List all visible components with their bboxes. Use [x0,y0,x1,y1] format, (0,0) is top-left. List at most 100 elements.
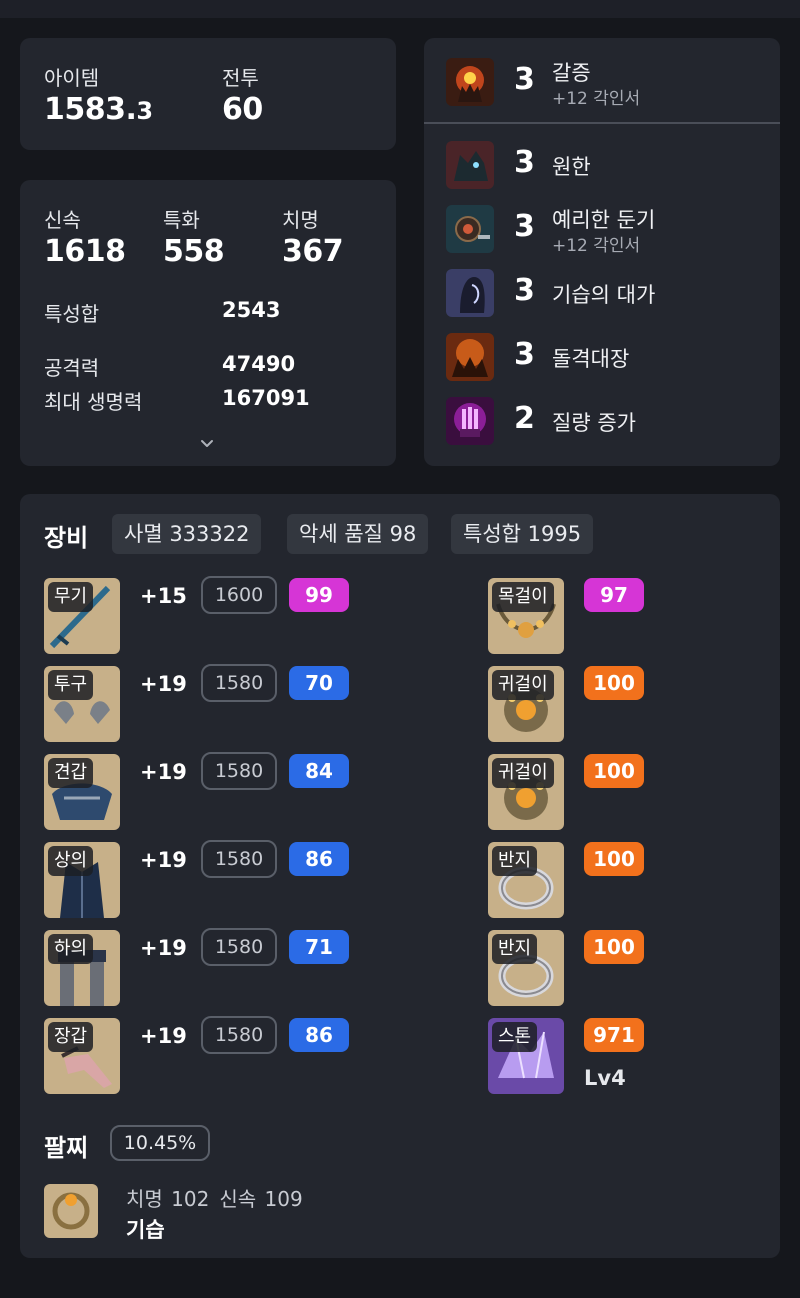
item-level-badge: 1580 [201,752,277,790]
engraving-level: 3 [514,273,535,308]
chest-icon[interactable]: 상의 [44,842,120,918]
bracelet-stats: 치명 102 신속 109 [126,1183,313,1212]
slot-label: 하의 [48,934,94,964]
quality-badge: 100 [584,842,644,876]
slot-label: 투구 [48,670,94,700]
engraving-divider [424,122,780,124]
shoulder-icon[interactable]: 견갑 [44,754,120,830]
bracelet-effect: 기습 [126,1218,165,1242]
refine-level: +19 [140,848,187,872]
top-bar [0,0,800,18]
engravings-card: 3 갈증 +12 각인서 3 원한 3 예리한 둔기 +12 각인서 3 기습의… [424,38,780,466]
ring-icon[interactable]: 반지 [488,842,564,918]
weapon-icon[interactable]: 무기 [44,578,120,654]
ring-icon[interactable]: 반지 [488,930,564,1006]
stat-sum-label: 특성합 [44,302,100,326]
earring-icon[interactable]: 귀걸이 [488,754,564,830]
attack-label: 공격력 [44,356,100,380]
engraving-row[interactable]: 3 기습의 대가 [424,265,780,321]
quality-badge: 84 [289,754,349,788]
set-tag: 사멸 333322 [112,514,262,554]
combat-level-value: 60 [222,92,263,127]
refine-level: +19 [140,672,187,696]
max-hp-label: 최대 생명력 [44,390,143,414]
attack-value: 47490 [222,352,296,376]
stone-icon[interactable]: 스톤 [488,1018,564,1094]
item-level-value: 1583.3 [44,92,153,127]
necklace-icon[interactable]: 목걸이 [488,578,564,654]
crit-value: 367 [282,234,344,269]
item-level-badge: 1580 [201,928,277,966]
combat-level-label: 전투 [222,66,259,90]
helmet-icon[interactable]: 투구 [44,666,120,742]
swift-value: 1618 [44,234,126,269]
quality-badge: 97 [584,578,644,612]
quality-badge: 100 [584,754,644,788]
swift-label: 신속 [44,208,81,232]
stat-sum-tag: 특성합 1995 [451,514,594,554]
slot-label: 반지 [492,934,538,964]
stone-level: Lv4 [584,1066,626,1090]
quality-badge: 86 [289,842,349,876]
refine-level: +19 [140,936,187,960]
slot-label: 스톤 [492,1022,538,1052]
fist-icon [446,397,494,445]
pants-icon[interactable]: 하의 [44,930,120,1006]
refine-level: +15 [140,584,187,608]
slot-label: 무기 [48,582,94,612]
beast-icon [446,141,494,189]
refine-level: +19 [140,760,187,784]
stats-card[interactable]: 신속 1618 특화 558 치명 367 특성합 2543 공격력 47490… [20,180,396,466]
grasping-hand-icon [446,58,494,106]
item-level-badge: 1580 [201,664,277,702]
slot-label: 반지 [492,846,538,876]
engraving-name: 기습의 대가 [552,283,656,307]
engraving-row[interactable]: 3 돌격대장 [424,329,780,385]
spec-label: 특화 [163,208,200,232]
engraving-level: 3 [514,337,535,372]
max-hp-value: 167091 [222,386,310,410]
gloves-icon[interactable]: 장갑 [44,1018,120,1094]
quality-badge: 86 [289,1018,349,1052]
crit-label: 치명 [282,208,319,232]
engraving-row[interactable]: 2 질량 증가 [424,393,780,449]
engraving-book: +12 각인서 [552,236,641,256]
engraving-name: 돌격대장 [552,347,630,371]
engraving-level: 3 [514,62,535,97]
bracelet-stat: 치명 102 [126,1187,210,1211]
chevron-down-icon[interactable] [200,437,214,451]
stat-sum-value: 2543 [222,298,281,322]
item-level-label: 아이템 [44,66,100,90]
engraving-row[interactable]: 3 갈증 +12 각인서 [424,54,780,110]
charge-icon [446,333,494,381]
engraving-name: 질량 증가 [552,411,636,435]
engraving-row[interactable]: 3 예리한 둔기 +12 각인서 [424,201,780,257]
item-level-badge: 1580 [201,1016,277,1054]
slot-label: 귀걸이 [492,670,554,700]
slot-label: 견갑 [48,758,94,788]
bracelet-title: 팔찌 [44,1134,89,1162]
engraving-level: 2 [514,401,535,436]
engraving-book: +12 각인서 [552,89,641,109]
quality-badge: 971 [584,1018,644,1052]
hooded-figure-icon [446,269,494,317]
mace-icon [446,205,494,253]
slot-label: 상의 [48,846,94,876]
quality-badge: 100 [584,930,644,964]
equipment-title: 장비 [44,524,89,552]
item-summary-card: 아이템 1583.3 전투 60 [20,38,396,150]
engraving-level: 3 [514,209,535,244]
accessory-quality-tag: 악세 품질 98 [287,514,429,554]
slot-label: 목걸이 [492,582,554,612]
bracelet-icon[interactable] [44,1184,98,1238]
engraving-name: 원한 [552,155,591,179]
quality-badge: 99 [289,578,349,612]
engraving-row[interactable]: 3 원한 [424,137,780,193]
spec-value: 558 [163,234,225,269]
earring-icon[interactable]: 귀걸이 [488,666,564,742]
quality-badge: 71 [289,930,349,964]
bracelet-percent-badge: 10.45% [110,1125,210,1161]
item-level-badge: 1600 [201,576,277,614]
engraving-level: 3 [514,145,535,180]
item-level-badge: 1580 [201,840,277,878]
